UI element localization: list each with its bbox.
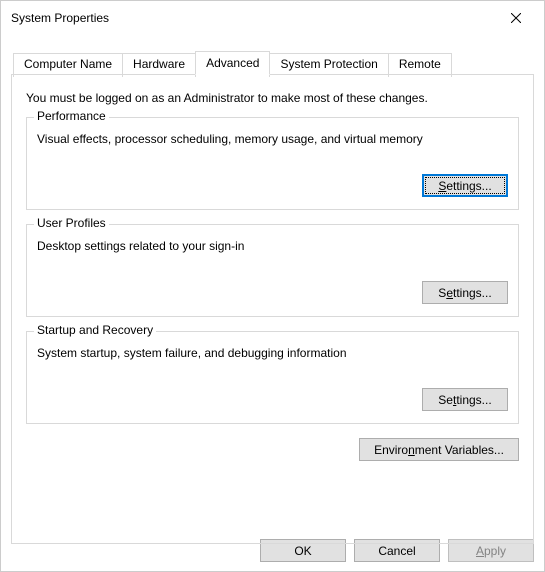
- environment-variables-button[interactable]: Environment Variables...: [359, 438, 519, 461]
- group-user-profiles-desc: Desktop settings related to your sign-in: [37, 239, 508, 253]
- group-performance-actions: Settings...: [37, 174, 508, 197]
- group-user-profiles: User Profiles Desktop settings related t…: [26, 224, 519, 317]
- env-vars-row: Environment Variables...: [26, 438, 519, 461]
- admin-note: You must be logged on as an Administrato…: [26, 91, 519, 105]
- content-area: Computer Name Hardware Advanced System P…: [1, 35, 544, 554]
- performance-settings-button[interactable]: Settings...: [422, 174, 508, 197]
- group-user-profiles-actions: SSettings...: [37, 281, 508, 304]
- close-button[interactable]: [496, 4, 536, 32]
- group-startup-recovery: Startup and Recovery System startup, sys…: [26, 331, 519, 424]
- tab-bar: Computer Name Hardware Advanced System P…: [13, 51, 534, 75]
- group-user-profiles-title: User Profiles: [34, 216, 109, 230]
- close-icon: [511, 13, 521, 23]
- startup-recovery-settings-button[interactable]: Settings...: [422, 388, 508, 411]
- group-performance-title: Performance: [34, 109, 109, 123]
- group-performance: Performance Visual effects, processor sc…: [26, 117, 519, 210]
- titlebar: System Properties: [1, 1, 544, 35]
- user-profiles-settings-button[interactable]: SSettings...: [422, 281, 508, 304]
- group-startup-recovery-desc: System startup, system failure, and debu…: [37, 346, 508, 360]
- tab-panel-advanced: You must be logged on as an Administrato…: [11, 74, 534, 544]
- group-performance-desc: Visual effects, processor scheduling, me…: [37, 132, 508, 146]
- window-title: System Properties: [11, 11, 109, 25]
- tab-advanced[interactable]: Advanced: [195, 51, 270, 75]
- group-startup-recovery-title: Startup and Recovery: [34, 323, 156, 337]
- group-startup-recovery-actions: Settings...: [37, 388, 508, 411]
